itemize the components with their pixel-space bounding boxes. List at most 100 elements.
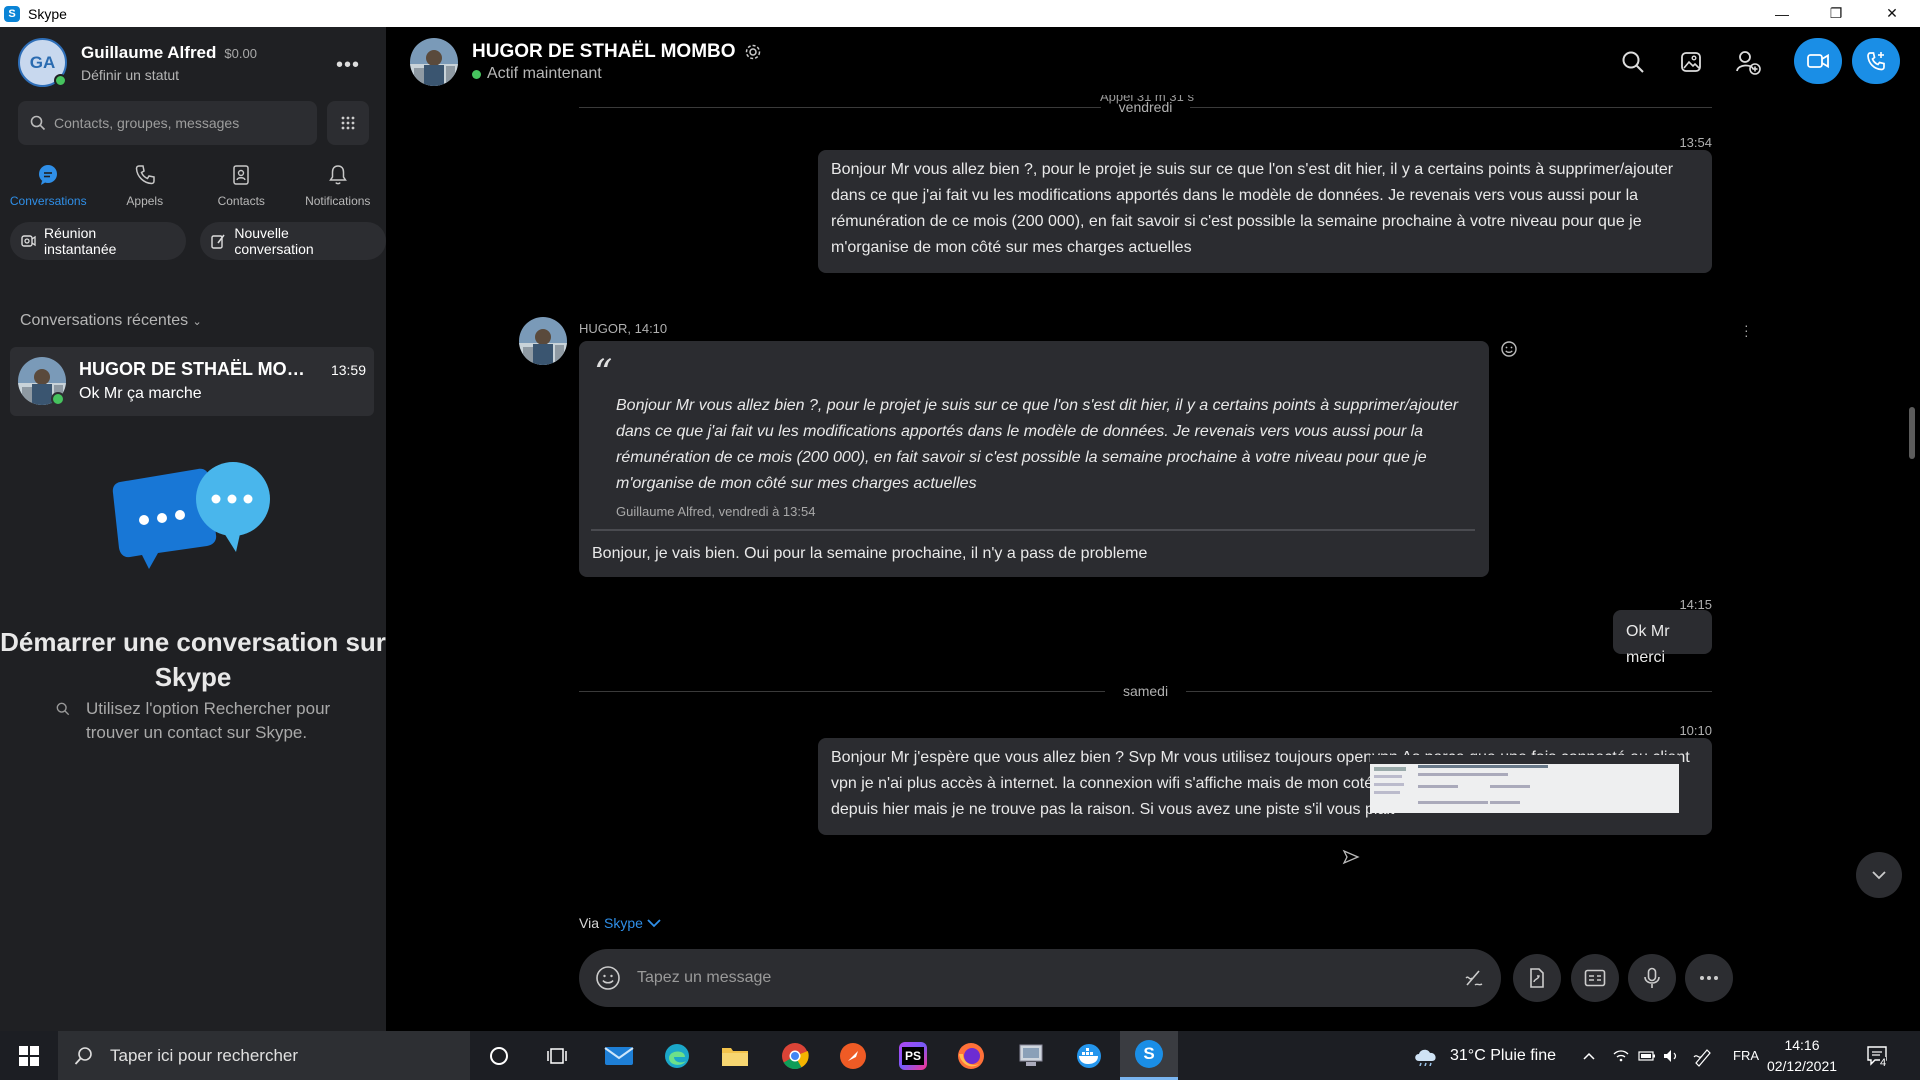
audio-call-button[interactable]	[1852, 38, 1900, 84]
avatar[interactable]: GA	[18, 38, 67, 87]
chevron-down-icon	[647, 919, 661, 928]
tab-contacts[interactable]: Contacts	[193, 162, 290, 208]
conversation-item[interactable]: HUGOR DE STHAËL MOMBO 13:59 Ok Mr ça mar…	[10, 347, 374, 416]
quote-icon: “	[594, 353, 613, 394]
docker-app[interactable]	[1060, 1031, 1118, 1080]
add-people-button[interactable]	[1733, 47, 1763, 77]
image-attachment[interactable]	[1370, 755, 1679, 813]
outgoing-message[interactable]: Bonjour Mr vous allez bien ?, pour le pr…	[818, 150, 1712, 273]
dialpad-button[interactable]	[327, 101, 369, 145]
tab-conversations[interactable]: Conversations	[0, 162, 97, 208]
cortana-icon	[490, 1046, 508, 1065]
chrome-app[interactable]	[766, 1031, 824, 1080]
taskbar-search[interactable]: Taper ici pour rechercher	[58, 1031, 470, 1080]
weather-widget[interactable]: 31°C Pluie fine	[1412, 1031, 1556, 1080]
emoji-button[interactable]	[595, 965, 621, 991]
add-reaction-icon[interactable]	[1500, 340, 1518, 363]
reply-text: Bonjour, je vais bien. Oui pour la semai…	[592, 545, 1148, 562]
via-skype: Via Skype	[579, 915, 662, 931]
language-indicator[interactable]: FRA	[1733, 1031, 1759, 1080]
start-button[interactable]	[0, 1031, 58, 1080]
title-bar: S Skype — ❐ ✕	[0, 0, 1920, 27]
sent-status-icon	[1342, 848, 1360, 871]
postman-app[interactable]	[824, 1031, 882, 1080]
tab-notifications[interactable]: Notifications	[290, 162, 387, 208]
conversation-time: 13:59	[330, 362, 366, 378]
new-chat-button[interactable]: Nouvelle conversation	[200, 222, 386, 260]
firefox-app[interactable]	[942, 1031, 1000, 1080]
set-status-link[interactable]: Définir un statut	[81, 67, 257, 83]
message-list[interactable]: Appel 31 m 31 s vendredi 13:54 Bonjour M…	[386, 95, 1920, 927]
restore-button[interactable]: ❐	[1808, 0, 1864, 27]
contacts-book-icon	[233, 165, 249, 185]
chevron-down-icon: ⌄	[192, 316, 202, 328]
meet-now-button[interactable]: Réunion instantanée	[10, 222, 187, 260]
taskbar: Taper ici pour rechercher PS S 31°C Plui…	[0, 1031, 1920, 1080]
video-camera-icon	[1807, 53, 1829, 69]
volume-icon[interactable]	[1662, 1031, 1680, 1080]
gallery-button[interactable]	[1676, 47, 1706, 77]
contact-card-button[interactable]	[1571, 954, 1619, 1002]
mail-app[interactable]	[590, 1031, 648, 1080]
skype-app[interactable]: S	[1120, 1031, 1178, 1080]
search-in-chat-button[interactable]	[1618, 47, 1648, 77]
task-view-button[interactable]	[528, 1031, 586, 1080]
folder-icon	[722, 1047, 748, 1066]
clock[interactable]: 14:16 02/12/2021	[1762, 1035, 1842, 1077]
empty-state-hint: Utilisez l'option Rechercher pour trouve…	[56, 697, 336, 745]
contact-card-icon	[1584, 969, 1606, 987]
message-options-icon[interactable]: · · ·	[1744, 318, 1749, 342]
show-hidden-icons-button[interactable]	[1582, 1031, 1596, 1080]
chat-bubbles-illustration	[112, 457, 272, 612]
message-input[interactable]: Tapez un message	[637, 969, 1463, 987]
incoming-message[interactable]: “ Bonjour Mr vous allez bien ?, pour le …	[579, 341, 1489, 577]
minimize-button[interactable]: —	[1754, 0, 1810, 27]
outgoing-message[interactable]: Ok Mr merci	[1613, 610, 1712, 666]
message-time: 10:10	[1679, 723, 1712, 738]
weather-text: 31°C Pluie fine	[1450, 1046, 1557, 1064]
phpstorm-app[interactable]: PS	[884, 1031, 942, 1080]
search-icon	[56, 702, 70, 716]
more-options-icon[interactable]: •••	[336, 54, 360, 77]
tab-calls[interactable]: Appels	[97, 162, 194, 208]
search-icon	[74, 1046, 92, 1065]
notification-icon	[1867, 1045, 1887, 1066]
file-explorer-app[interactable]	[706, 1031, 764, 1080]
search-input[interactable]: Contacts, groupes, messages	[18, 101, 317, 145]
skype-link[interactable]: Skype	[604, 915, 662, 931]
phone-icon	[135, 165, 155, 185]
battery-icon[interactable]	[1638, 1031, 1656, 1080]
more-composer-options-button[interactable]	[1685, 954, 1733, 1002]
action-center-button[interactable]: 4	[1866, 1031, 1890, 1080]
wifi-icon[interactable]	[1612, 1031, 1630, 1080]
recent-conversations-header[interactable]: Conversations récentes ⌄	[20, 312, 202, 330]
meet-now-icon	[21, 235, 36, 247]
search-icon	[1622, 51, 1644, 73]
video-call-button[interactable]	[1794, 38, 1842, 84]
gear-icon[interactable]	[744, 43, 762, 61]
virtual-machine-app[interactable]	[1002, 1031, 1060, 1080]
quote-source: Guillaume Alfred, vendredi à 13:54	[616, 504, 816, 519]
gallery-icon	[1681, 52, 1701, 72]
microphone-icon	[1644, 967, 1660, 988]
share-file-button[interactable]	[1513, 954, 1561, 1002]
message-composer[interactable]: Tapez un message	[579, 949, 1501, 1007]
profile[interactable]: GA Guillaume Alfred $0.00 Définir un stat…	[18, 38, 257, 87]
close-button[interactable]: ✕	[1864, 0, 1920, 27]
voice-message-button[interactable]	[1628, 954, 1676, 1002]
nav-tabs: Conversations Appels Contacts Notificati…	[0, 162, 386, 208]
scroll-to-bottom-button[interactable]	[1856, 852, 1902, 898]
cortana-button[interactable]	[470, 1031, 528, 1080]
windows-logo-icon	[19, 1045, 39, 1066]
text-format-button[interactable]	[1463, 967, 1485, 989]
sidebar: GA Guillaume Alfred $0.00 Définir un stat…	[0, 27, 386, 1031]
quote-divider	[591, 529, 1475, 531]
pen-workspace-icon[interactable]	[1692, 1031, 1714, 1080]
sender-avatar[interactable]	[519, 317, 567, 365]
edge-app[interactable]	[648, 1031, 706, 1080]
contact-name[interactable]: HUGOR DE STHAËL MOMBO	[472, 41, 762, 63]
contact-avatar[interactable]	[410, 38, 458, 86]
presence-online-icon	[54, 74, 67, 87]
scrollbar-thumb[interactable]	[1909, 407, 1915, 459]
notification-count: 4	[1880, 1057, 1887, 1069]
